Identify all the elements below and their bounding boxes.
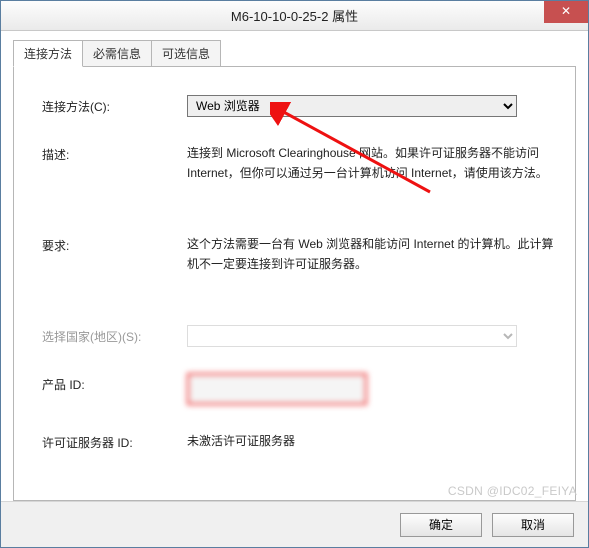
dialog-window: M6-10-10-0-25-2 属性 ✕ 连接方法 必需信息 可选信息 连接方法… xyxy=(0,0,589,548)
ok-button[interactable]: 确定 xyxy=(400,513,482,537)
window-title: M6-10-10-0-25-2 属性 xyxy=(231,6,358,25)
method-select[interactable]: Web 浏览器 xyxy=(187,95,517,117)
close-button[interactable]: ✕ xyxy=(544,1,588,23)
value-product-id: XXXXX-XXXXX-XXXXX xyxy=(187,373,367,405)
tab-panel: 连接方法(C): Web 浏览器 描述: 连接到 Microsoft Clear… xyxy=(13,66,576,501)
row-country: 选择国家(地区)(S): xyxy=(42,325,555,347)
value-description: 连接到 Microsoft Clearinghouse 网站。如果许可证服务器不… xyxy=(187,143,555,184)
label-description: 描述: xyxy=(42,143,187,163)
label-server-id: 许可证服务器 ID: xyxy=(42,431,187,451)
country-select xyxy=(187,325,517,347)
dialog-footer: 确定 取消 xyxy=(1,501,588,547)
value-server-id: 未激活许可证服务器 xyxy=(187,431,555,451)
label-country: 选择国家(地区)(S): xyxy=(42,325,187,345)
row-requirement: 要求: 这个方法需要一台有 Web 浏览器和能访问 Internet 的计算机。… xyxy=(42,234,555,275)
tab-optional-info[interactable]: 可选信息 xyxy=(151,40,221,67)
row-method: 连接方法(C): Web 浏览器 xyxy=(42,95,555,117)
label-requirement: 要求: xyxy=(42,234,187,254)
tab-connection-method[interactable]: 连接方法 xyxy=(13,40,83,67)
tab-strip: 连接方法 必需信息 可选信息 xyxy=(13,40,576,67)
label-method: 连接方法(C): xyxy=(42,95,187,115)
cancel-button[interactable]: 取消 xyxy=(492,513,574,537)
content-area: 连接方法 必需信息 可选信息 连接方法(C): Web 浏览器 描述: 连接到 … xyxy=(1,31,588,501)
label-product-id: 产品 ID: xyxy=(42,373,187,393)
row-description: 描述: 连接到 Microsoft Clearinghouse 网站。如果许可证… xyxy=(42,143,555,184)
row-server-id: 许可证服务器 ID: 未激活许可证服务器 xyxy=(42,431,555,451)
titlebar: M6-10-10-0-25-2 属性 ✕ xyxy=(1,1,588,31)
value-requirement: 这个方法需要一台有 Web 浏览器和能访问 Internet 的计算机。此计算机… xyxy=(187,234,555,275)
row-product-id: 产品 ID: XXXXX-XXXXX-XXXXX xyxy=(42,373,555,405)
tab-required-info[interactable]: 必需信息 xyxy=(82,40,152,67)
close-icon: ✕ xyxy=(561,5,571,17)
